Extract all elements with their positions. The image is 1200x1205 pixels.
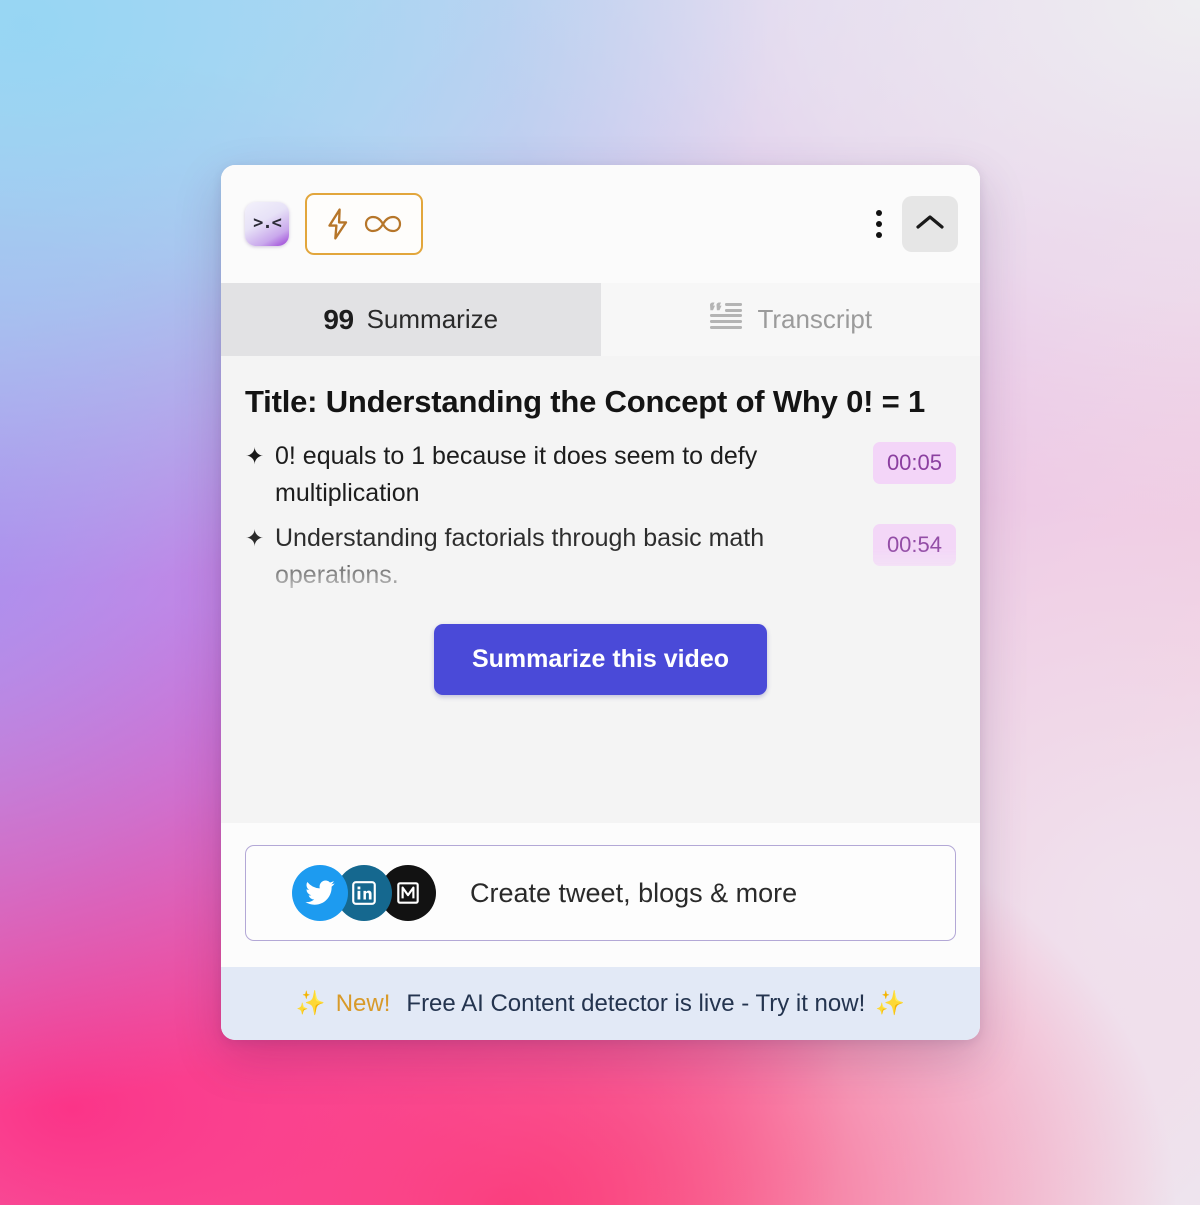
social-icon-group	[292, 865, 436, 921]
credits-badge[interactable]	[305, 193, 423, 255]
tab-summarize-label: Summarize	[366, 304, 499, 334]
summary-bullet-item[interactable]: ✦ Understanding factorials through basic…	[245, 520, 956, 594]
sparkle-bullet-icon: ✦	[245, 524, 265, 551]
summarizer-extension-card: >.< 99 Summarize Transcript Title: Under…	[221, 165, 980, 1040]
create-content-label: Create tweet, blogs & more	[470, 877, 798, 908]
tab-summarize[interactable]: 99 Summarize	[221, 283, 601, 356]
cta-container: Summarize this video	[245, 623, 956, 729]
kebab-dot	[876, 232, 882, 238]
lightning-bolt-icon	[325, 208, 351, 240]
summary-bullet-text: Understanding factorials through basic m…	[275, 523, 765, 589]
summary-bullet-item[interactable]: ✦ 0! equals to 1 because it does seem to…	[245, 438, 956, 512]
banner-message: Free AI Content detector is live - Try i…	[406, 989, 866, 1017]
summary-title: Title: Understanding the Concept of Why …	[245, 384, 926, 419]
summary-body: Title: Understanding the Concept of Why …	[221, 356, 980, 823]
social-section: Create tweet, blogs & more	[221, 823, 980, 967]
quote-list-icon	[708, 301, 744, 338]
chevron-up-icon	[914, 212, 946, 237]
kebab-dot	[876, 221, 882, 227]
kebab-dot	[876, 210, 882, 216]
create-content-box[interactable]: Create tweet, blogs & more	[245, 845, 956, 941]
logo-face-text: >.<	[253, 212, 282, 233]
kawaii-face-logo-icon[interactable]: >.<	[245, 202, 289, 246]
kebab-menu-icon[interactable]	[864, 202, 894, 246]
tab-bar: 99 Summarize Transcript	[221, 283, 980, 356]
sparkle-right-icon: ✨	[875, 990, 906, 1017]
summarize-video-button[interactable]: Summarize this video	[433, 623, 768, 695]
infinity-icon	[363, 212, 403, 236]
sparkle-left-icon: ✨	[295, 990, 326, 1017]
collapse-button[interactable]	[902, 196, 958, 252]
tab-transcript[interactable]: Transcript	[600, 283, 980, 356]
summary-bullet-list: ✦ 0! equals to 1 because it does seem to…	[245, 438, 956, 602]
summary-bullet-text: 0! equals to 1 because it does seem to d…	[275, 441, 758, 507]
twitter-icon[interactable]	[292, 865, 348, 921]
timestamp-badge[interactable]: 00:05	[872, 441, 956, 484]
banner-new-label: New!	[335, 989, 391, 1017]
promo-banner[interactable]: ✨ New! Free AI Content detector is live …	[221, 967, 980, 1040]
card-header: >.<	[221, 165, 980, 283]
timestamp-badge[interactable]: 00:54	[872, 523, 956, 566]
sparkle-bullet-icon: ✦	[245, 442, 265, 469]
tab-transcript-label: Transcript	[757, 304, 873, 334]
tab-summarize-badge: 99	[323, 303, 354, 335]
